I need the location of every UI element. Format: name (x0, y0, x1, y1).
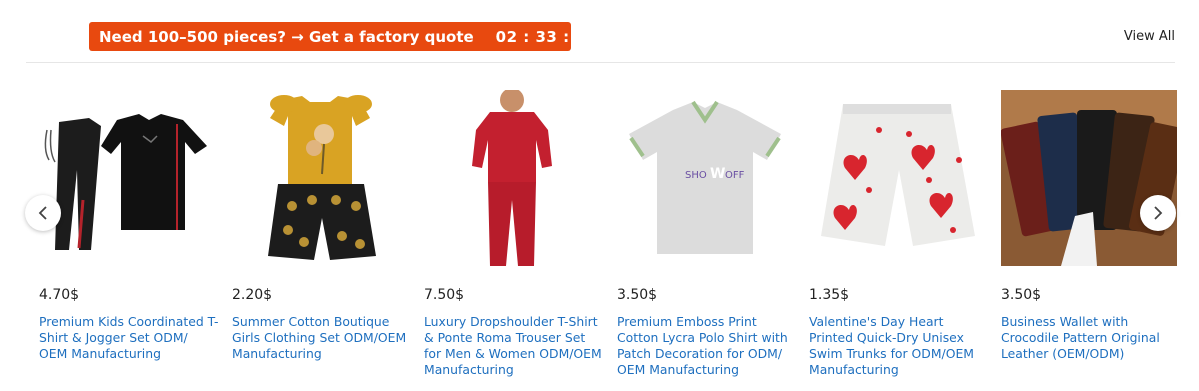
chevron-right-icon (1154, 206, 1163, 220)
product-image[interactable] (809, 90, 985, 266)
product-title-link[interactable]: Business Wallet with Crocodile Pattern O… (1001, 314, 1181, 362)
product-price: 2.20$ (232, 287, 273, 303)
product-card[interactable]: 4.70$ Premium Kids Coordinated T-Shirt &… (39, 90, 219, 361)
product-image[interactable] (39, 90, 215, 266)
product-title-link[interactable]: Premium Emboss Print Cotton Lycra Polo S… (617, 314, 797, 378)
product-title-link[interactable]: Valentine's Day Heart Printed Quick-Dry … (809, 314, 989, 378)
product-card[interactable]: 7.50$ Luxury Dropshoulder T-Shirt & Pont… (424, 90, 602, 377)
product-title-link[interactable]: Luxury Dropshoulder T-Shirt & Ponte Roma… (424, 314, 604, 378)
product-image[interactable]: SHO W OFF (617, 90, 793, 266)
product-image[interactable] (424, 90, 600, 266)
product-card[interactable]: 2.20$ Summer Cotton Boutique Girls Cloth… (232, 90, 408, 361)
product-title-link[interactable]: Premium Kids Coordinated T-Shirt & Jogge… (39, 314, 219, 362)
svg-text:OFF: OFF (725, 170, 745, 181)
product-price: 7.50$ (424, 287, 465, 303)
product-price: 1.35$ (809, 287, 850, 303)
product-image[interactable] (232, 90, 408, 266)
product-card[interactable]: 1.35$ Valentine's Day Heart Printed Quic… (809, 90, 985, 377)
product-price: 3.50$ (617, 287, 658, 303)
product-card[interactable]: 3.50$ Business Wallet with Crocodile Pat… (1001, 90, 1177, 361)
svg-text:SHO: SHO (685, 170, 707, 181)
product-price: 4.70$ (39, 287, 80, 303)
svg-text:W: W (710, 166, 725, 182)
view-all-link[interactable]: View All (1124, 29, 1175, 44)
product-title-link[interactable]: Summer Cotton Boutique Girls Clothing Se… (232, 314, 412, 362)
product-carousel: 4.70$ Premium Kids Coordinated T-Shirt &… (39, 90, 1177, 385)
factory-quote-banner[interactable]: Need 100–500 pieces? → Get a factory quo… (89, 22, 597, 51)
header-divider (26, 62, 1175, 63)
carousel-prev-button[interactable] (25, 195, 61, 231)
product-card[interactable]: SHO W OFF 3.50$ Premium Emboss Print Cot… (617, 90, 793, 377)
countdown-timer: 02 : 33 : 08 (495, 27, 598, 46)
promo-text: Need 100–500 pieces? → Get a factory quo… (99, 27, 474, 46)
product-price: 3.50$ (1001, 287, 1042, 303)
chevron-left-icon (38, 206, 47, 220)
product-image[interactable] (1001, 90, 1177, 266)
carousel-next-button[interactable] (1140, 195, 1176, 231)
